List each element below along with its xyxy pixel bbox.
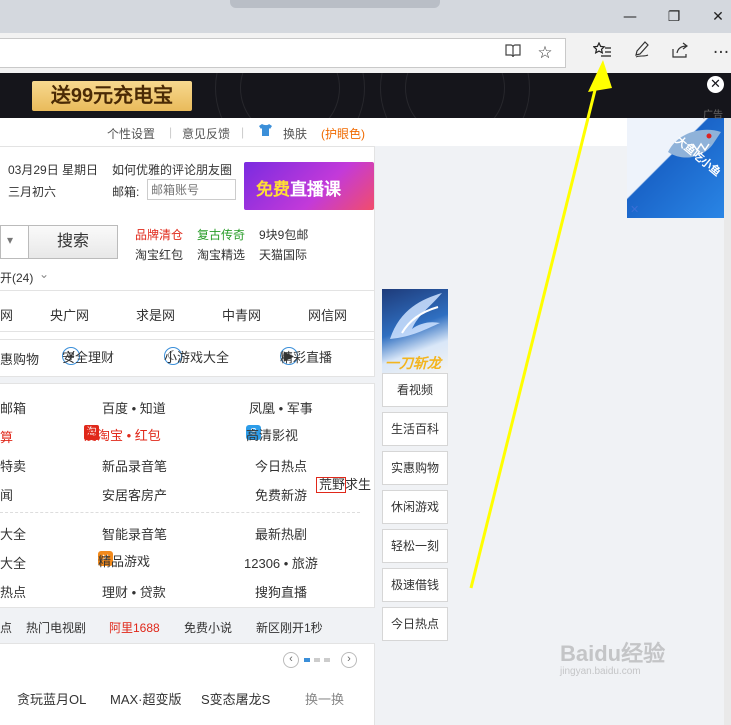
watermark-sub: jingyan.baidu.com [560, 666, 641, 677]
baidu-watermark: Baidu经验 jingyan.baidu.com [560, 636, 665, 677]
watermark-main: Baidu经验 [560, 641, 666, 666]
annotation-arrow [469, 60, 612, 589]
